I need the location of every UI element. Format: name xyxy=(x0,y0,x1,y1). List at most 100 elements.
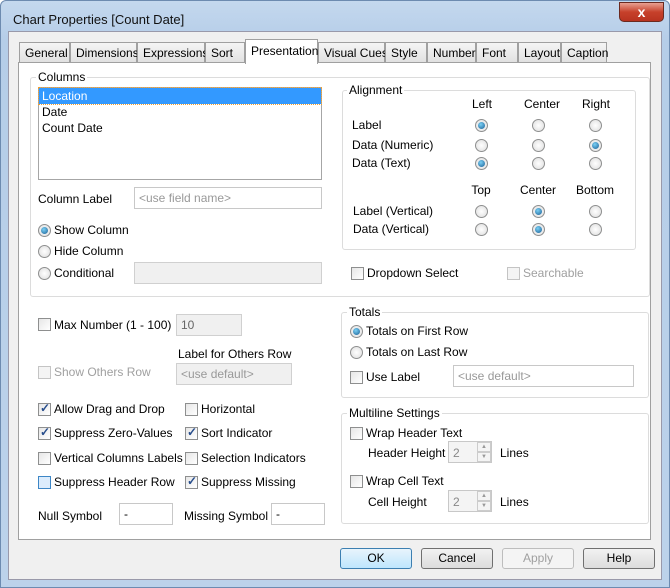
window-title: Chart Properties [Count Date] xyxy=(13,12,185,27)
max-number-checkbox[interactable] xyxy=(38,318,51,331)
missing-symbol-label: Missing Symbol xyxy=(184,509,269,523)
suppress-zero-values-checkbox[interactable] xyxy=(38,425,51,440)
help-button[interactable]: Help xyxy=(583,548,655,569)
list-item[interactable]: Count Date xyxy=(39,120,321,136)
sort-indicator-label: Sort Indicator xyxy=(201,426,273,440)
suppress-zero-values-label: Suppress Zero-Values xyxy=(54,426,173,440)
conditional-label: Conditional xyxy=(54,266,115,280)
sort-indicator-checkbox[interactable] xyxy=(185,425,198,440)
alignment-radio[interactable] xyxy=(532,119,545,132)
others-row-input[interactable]: <use default> xyxy=(176,363,292,385)
columns-listbox[interactable]: Location Date Count Date xyxy=(38,87,322,180)
tab-number[interactable]: Number xyxy=(427,42,476,63)
alignment-radio[interactable] xyxy=(475,205,488,218)
tab-general[interactable]: General xyxy=(19,42,70,63)
header-height-label: Header Height xyxy=(368,446,446,460)
use-label-checkbox[interactable] xyxy=(350,371,363,384)
spin-down-icon[interactable]: ▼ xyxy=(477,452,491,462)
hide-column-radio[interactable] xyxy=(38,245,51,258)
totals-last-row-label: Totals on Last Row xyxy=(366,345,468,359)
alignment-radio[interactable] xyxy=(532,139,545,152)
tab-dimensions[interactable]: Dimensions xyxy=(70,42,139,63)
alignment-radio[interactable] xyxy=(589,119,602,132)
alignment-header: Left xyxy=(471,97,492,111)
cancel-button[interactable]: Cancel xyxy=(421,548,493,569)
alignment-radio[interactable] xyxy=(532,223,545,236)
wrap-header-label: Wrap Header Text xyxy=(366,426,463,440)
alignment-radio[interactable] xyxy=(475,119,488,132)
conditional-input[interactable] xyxy=(134,262,322,284)
totals-group-label: Totals xyxy=(347,305,383,319)
alignment-radio[interactable] xyxy=(475,157,488,170)
alignment-group-label: Alignment xyxy=(347,83,405,97)
alignment-radio[interactable] xyxy=(475,223,488,236)
totals-last-row-radio[interactable] xyxy=(350,346,363,359)
tab-visual-cues[interactable]: Visual Cues xyxy=(318,42,388,63)
searchable-label: Searchable xyxy=(523,266,584,280)
ok-button[interactable]: OK xyxy=(340,548,412,569)
header-height-spinner[interactable]: 2 ▲ ▼ xyxy=(448,441,492,463)
tab-style[interactable]: Style xyxy=(385,42,427,63)
wrap-cell-checkbox[interactable] xyxy=(350,475,363,488)
null-symbol-input[interactable]: - xyxy=(119,503,173,525)
vertical-columns-labels-checkbox[interactable] xyxy=(38,452,51,465)
cell-height-label: Cell Height xyxy=(368,495,427,509)
alignment-radio[interactable] xyxy=(532,205,545,218)
alignment-row-label: Data (Text) xyxy=(352,156,411,170)
alignment-header: Center xyxy=(519,183,557,197)
horizontal-checkbox[interactable] xyxy=(185,403,198,416)
tab-caption[interactable]: Caption xyxy=(561,42,608,63)
tab-presentation[interactable]: Presentation xyxy=(245,39,318,64)
use-label-label: Use Label xyxy=(366,370,421,384)
alignment-header: Bottom xyxy=(575,183,614,197)
list-item[interactable]: Date xyxy=(39,104,321,120)
suppress-missing-label: Suppress Missing xyxy=(201,475,296,489)
others-row-label: Label for Others Row xyxy=(178,347,292,361)
show-column-radio[interactable] xyxy=(38,224,51,237)
spin-up-icon[interactable]: ▲ xyxy=(477,491,491,501)
max-number-input[interactable]: 10 xyxy=(176,314,242,336)
column-label-label: Column Label xyxy=(38,192,113,206)
cell-height-value: 2 xyxy=(453,495,460,509)
totals-first-row-label: Totals on First Row xyxy=(366,324,469,338)
alignment-radio[interactable] xyxy=(589,223,602,236)
dropdown-select-checkbox[interactable] xyxy=(351,267,364,280)
tab-font[interactable]: Font xyxy=(476,42,518,63)
suppress-missing-checkbox[interactable] xyxy=(185,474,198,489)
suppress-header-row-label: Suppress Header Row xyxy=(54,475,175,489)
dropdown-select-label: Dropdown Select xyxy=(367,266,459,280)
alignment-radio[interactable] xyxy=(532,157,545,170)
alignment-header: Right xyxy=(581,97,610,111)
selection-indicators-checkbox[interactable] xyxy=(185,452,198,465)
totals-first-row-radio[interactable] xyxy=(350,325,363,338)
tab-layout[interactable]: Layout xyxy=(518,42,561,63)
show-others-row-label: Show Others Row xyxy=(54,365,151,379)
alignment-row-label: Data (Numeric) xyxy=(352,138,434,152)
column-label-input[interactable]: <use field name> xyxy=(134,187,322,209)
totals-label-input[interactable]: <use default> xyxy=(453,365,634,387)
conditional-radio[interactable] xyxy=(38,267,51,280)
alignment-radio[interactable] xyxy=(589,157,602,170)
apply-button[interactable]: Apply xyxy=(502,548,574,569)
tab-expressions[interactable]: Expressions xyxy=(137,42,208,63)
missing-symbol-input[interactable]: - xyxy=(271,503,325,525)
spin-up-icon[interactable]: ▲ xyxy=(477,442,491,452)
selection-indicators-label: Selection Indicators xyxy=(201,451,306,465)
alignment-radio[interactable] xyxy=(475,139,488,152)
show-others-row-checkbox[interactable] xyxy=(38,366,51,379)
spin-down-icon[interactable]: ▼ xyxy=(477,501,491,511)
alignment-header: Center xyxy=(524,97,561,111)
list-item[interactable]: Location xyxy=(38,87,322,105)
horizontal-label: Horizontal xyxy=(201,402,256,416)
tab-sort[interactable]: Sort xyxy=(205,42,245,63)
alignment-header: Top xyxy=(471,183,491,197)
searchable-checkbox[interactable] xyxy=(507,267,520,280)
cell-height-spinner[interactable]: 2 ▲ ▼ xyxy=(448,490,492,512)
alignment-radio[interactable] xyxy=(589,139,602,152)
allow-drag-and-drop-checkbox[interactable] xyxy=(38,401,51,416)
wrap-header-checkbox[interactable] xyxy=(350,427,363,440)
close-button[interactable]: x xyxy=(619,2,664,22)
alignment-radio[interactable] xyxy=(589,205,602,218)
suppress-header-row-checkbox[interactable] xyxy=(38,476,51,489)
columns-group-label: Columns xyxy=(36,70,88,84)
